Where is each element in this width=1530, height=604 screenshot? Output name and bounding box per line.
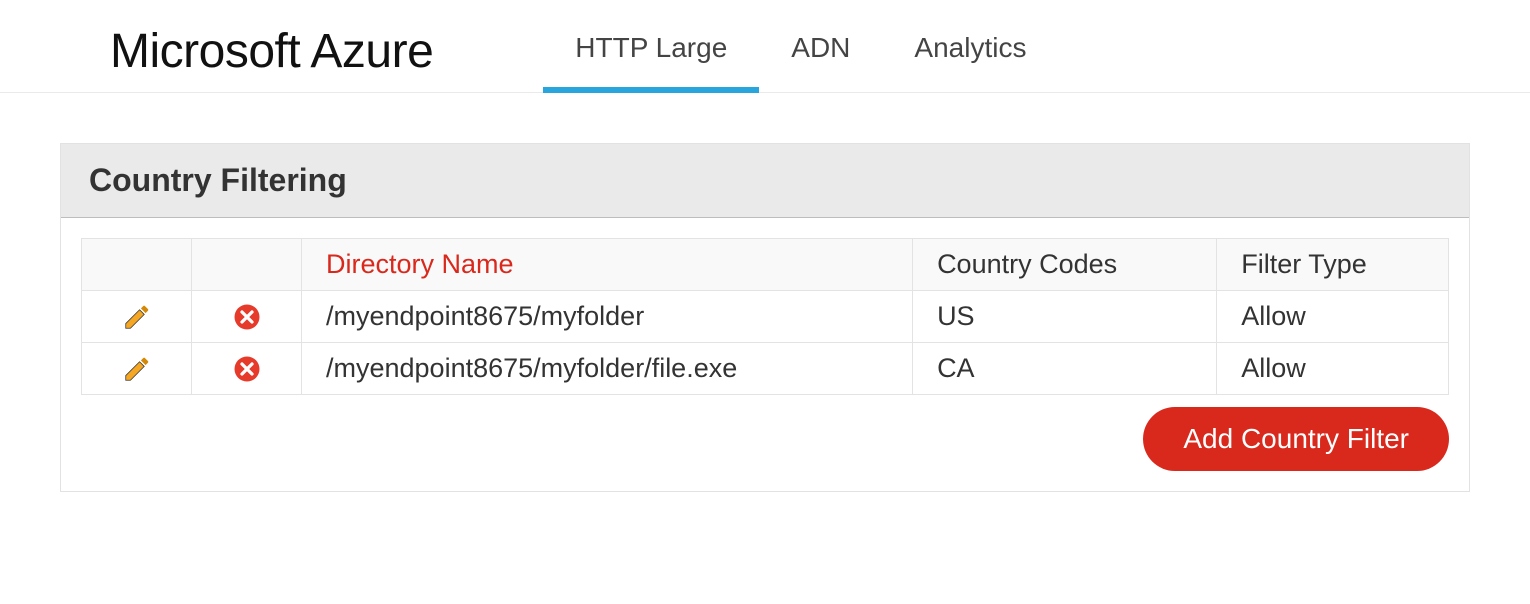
- tab-analytics[interactable]: Analytics: [882, 20, 1058, 82]
- add-country-filter-button[interactable]: Add Country Filter: [1143, 407, 1449, 471]
- pencil-icon[interactable]: [122, 353, 152, 385]
- delete-icon[interactable]: [232, 301, 262, 333]
- cell-country-codes: US: [913, 291, 1217, 343]
- page-header: Microsoft Azure HTTP Large ADN Analytics: [0, 0, 1530, 93]
- table-row: /myendpoint8675/myfolder US Allow: [82, 291, 1449, 343]
- column-header-edit: [82, 239, 192, 291]
- table-header-row: Directory Name Country Codes Filter Type: [82, 239, 1449, 291]
- cell-directory-name: /myendpoint8675/myfolder/file.exe: [302, 343, 913, 395]
- table-row: /myendpoint8675/myfolder/file.exe CA All…: [82, 343, 1449, 395]
- cell-directory-name: /myendpoint8675/myfolder: [302, 291, 913, 343]
- cell-country-codes: CA: [913, 343, 1217, 395]
- column-header-filter-type[interactable]: Filter Type: [1217, 239, 1449, 291]
- column-header-country-codes[interactable]: Country Codes: [913, 239, 1217, 291]
- panel-title: Country Filtering: [61, 144, 1469, 218]
- country-filtering-panel: Country Filtering Directory Name Country…: [60, 143, 1470, 492]
- country-filter-table: Directory Name Country Codes Filter Type: [81, 238, 1449, 395]
- delete-icon[interactable]: [232, 353, 262, 385]
- logo-text: Microsoft Azure: [110, 24, 433, 79]
- tab-bar: HTTP Large ADN Analytics: [543, 20, 1058, 82]
- tab-http-large[interactable]: HTTP Large: [543, 20, 759, 82]
- panel-body: Directory Name Country Codes Filter Type: [61, 218, 1469, 491]
- column-header-delete: [192, 239, 302, 291]
- cell-filter-type: Allow: [1217, 343, 1449, 395]
- pencil-icon[interactable]: [122, 301, 152, 333]
- tab-adn[interactable]: ADN: [759, 20, 882, 82]
- cell-filter-type: Allow: [1217, 291, 1449, 343]
- column-header-directory-name[interactable]: Directory Name: [302, 239, 913, 291]
